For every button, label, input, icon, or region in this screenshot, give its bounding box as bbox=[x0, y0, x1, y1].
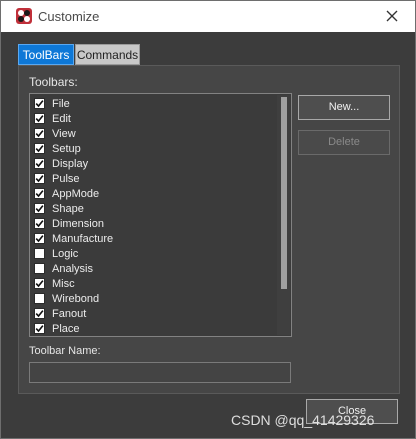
toolbar-checkbox[interactable] bbox=[34, 188, 45, 199]
toolbar-item-label: Analysis bbox=[52, 263, 93, 275]
toolbar-list-item[interactable]: Pulse bbox=[30, 172, 275, 187]
toolbar-item-label: Manufacture bbox=[52, 233, 114, 245]
checkmark-icon bbox=[35, 325, 44, 333]
toolbar-list-item[interactable]: Logic bbox=[30, 247, 275, 262]
toolbar-item-label: View bbox=[52, 128, 76, 140]
delete-toolbar-button[interactable]: Delete bbox=[298, 130, 390, 155]
toolbar-list-item[interactable]: Wirebond bbox=[30, 292, 275, 307]
toolbar-list-item[interactable]: Misc bbox=[30, 277, 275, 292]
checkmark-icon bbox=[35, 205, 44, 213]
toolbar-checkbox[interactable] bbox=[34, 233, 45, 244]
title-bar: Customize bbox=[1, 1, 415, 32]
checkmark-icon bbox=[35, 160, 44, 168]
toolbars-list: File Edit View Setup Display Pulse AppMode Shap… bbox=[29, 93, 292, 337]
toolbar-list-item[interactable]: Analysis bbox=[30, 262, 275, 277]
toolbar-item-label: Wirebond bbox=[52, 293, 100, 305]
list-scrollbar[interactable] bbox=[277, 95, 290, 335]
toolbar-checkbox[interactable] bbox=[34, 203, 45, 214]
toolbar-item-label: Shape bbox=[52, 203, 84, 215]
toolbar-list-item[interactable]: Display bbox=[30, 157, 275, 172]
tab-toolbars[interactable]: ToolBars bbox=[18, 44, 74, 65]
toolbar-checkbox[interactable] bbox=[34, 143, 45, 154]
window-title: Customize bbox=[38, 9, 100, 24]
toolbar-list-item[interactable]: View bbox=[30, 127, 275, 142]
toolbar-checkbox[interactable] bbox=[34, 308, 45, 319]
toolbar-list-item[interactable]: Setup bbox=[30, 142, 275, 157]
toolbar-item-label: Logic bbox=[52, 248, 79, 260]
toolbar-list-item[interactable]: Edit bbox=[30, 112, 275, 127]
toolbar-item-label: Place bbox=[52, 323, 80, 335]
checkmark-icon bbox=[35, 220, 44, 228]
toolbars-list-items: File Edit View Setup Display Pulse AppMode Shap… bbox=[30, 97, 275, 336]
new-toolbar-button[interactable]: New... bbox=[298, 95, 390, 120]
app-logo-icon bbox=[16, 8, 32, 24]
toolbar-item-label: Display bbox=[52, 158, 89, 170]
customize-dialog: Customize ToolBars Commands Toolbars: Fi… bbox=[0, 0, 416, 439]
toolbar-name-input[interactable] bbox=[29, 362, 291, 383]
toolbar-checkbox[interactable] bbox=[34, 158, 45, 169]
checkmark-icon bbox=[35, 190, 44, 198]
toolbar-item-label: Dimension bbox=[52, 218, 104, 230]
toolbar-item-label: File bbox=[52, 98, 70, 110]
toolbar-checkbox[interactable] bbox=[34, 248, 45, 259]
tab-commands[interactable]: Commands bbox=[75, 44, 140, 65]
scrollbar-thumb[interactable] bbox=[281, 97, 287, 289]
toolbar-item-label: Fanout bbox=[52, 308, 87, 320]
toolbars-panel: Toolbars: File Edit View Setup Display Pulse A… bbox=[18, 65, 400, 394]
toolbar-item-label: Edit bbox=[52, 113, 71, 125]
toolbar-list-item[interactable]: AppMode bbox=[30, 187, 275, 202]
checkmark-icon bbox=[35, 145, 44, 153]
toolbar-list-item[interactable]: Manufacture bbox=[30, 232, 275, 247]
toolbars-list-label: Toolbars: bbox=[29, 75, 78, 89]
toolbar-list-item[interactable]: Dimension bbox=[30, 217, 275, 232]
toolbar-list-item[interactable]: Place bbox=[30, 322, 275, 336]
toolbar-list-item[interactable]: Fanout bbox=[30, 307, 275, 322]
checkmark-icon bbox=[35, 130, 44, 138]
toolbar-item-label: Misc bbox=[52, 278, 75, 290]
toolbar-checkbox[interactable] bbox=[34, 218, 45, 229]
toolbar-item-label: Pulse bbox=[52, 173, 80, 185]
toolbar-checkbox[interactable] bbox=[34, 323, 45, 334]
toolbar-list-item[interactable]: Shape bbox=[30, 202, 275, 217]
toolbar-list-item[interactable]: File bbox=[30, 97, 275, 112]
toolbar-item-label: Setup bbox=[52, 143, 81, 155]
toolbar-checkbox[interactable] bbox=[34, 128, 45, 139]
checkmark-icon bbox=[35, 175, 44, 183]
toolbar-checkbox[interactable] bbox=[34, 98, 45, 109]
toolbar-name-label: Toolbar Name: bbox=[29, 345, 101, 357]
toolbar-item-label: AppMode bbox=[52, 188, 100, 200]
toolbar-checkbox[interactable] bbox=[34, 293, 45, 304]
checkmark-icon bbox=[35, 280, 44, 288]
toolbar-checkbox[interactable] bbox=[34, 278, 45, 289]
toolbar-checkbox[interactable] bbox=[34, 263, 45, 274]
checkmark-icon bbox=[35, 100, 44, 108]
checkmark-icon bbox=[35, 115, 44, 123]
watermark-text: CSDN @qq_41429326 bbox=[231, 412, 375, 428]
checkmark-icon bbox=[35, 310, 44, 318]
checkmark-icon bbox=[35, 235, 44, 243]
close-icon[interactable] bbox=[383, 7, 401, 25]
toolbar-checkbox[interactable] bbox=[34, 113, 45, 124]
toolbar-checkbox[interactable] bbox=[34, 173, 45, 184]
